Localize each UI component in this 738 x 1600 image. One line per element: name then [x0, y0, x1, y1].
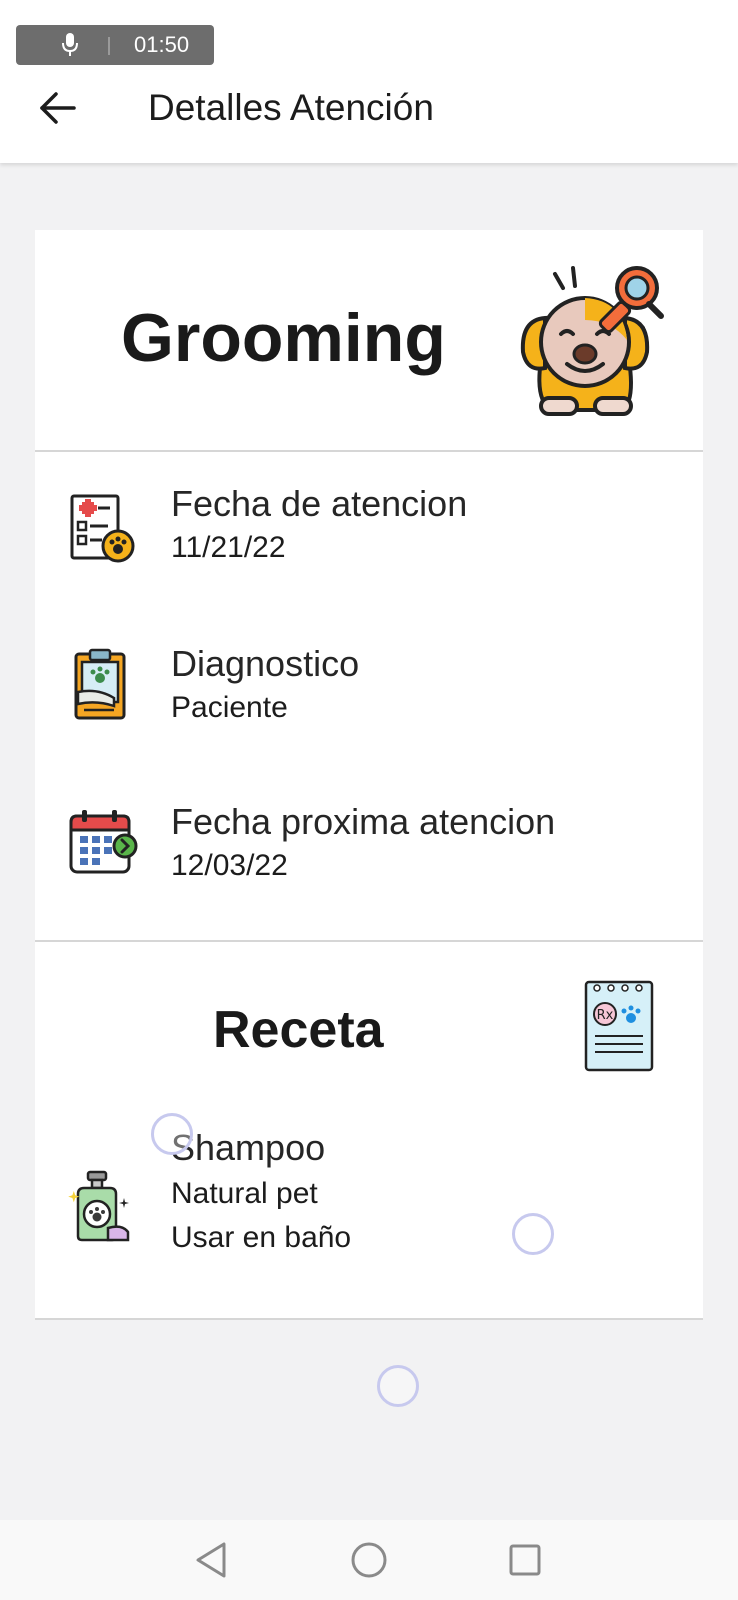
attention-details-card: Fecha de atencion 11/21/22 Diagnostico P…	[35, 452, 703, 942]
detail-value: 11/21/22	[171, 531, 286, 564]
app-bar: 01:50 Detalles Atención	[0, 0, 738, 163]
service-name: Grooming	[121, 300, 446, 376]
pet-shampoo-bottle-icon	[68, 1170, 134, 1249]
prescription-card: Receta Rx Shampoo Natural pet Usar en ba…	[35, 942, 703, 1320]
dog-grooming-dryer-icon	[511, 260, 671, 425]
circle-home-icon	[351, 1542, 387, 1578]
prescription-item-usage: Usar en baño	[171, 1221, 352, 1254]
triangle-back-icon	[196, 1542, 226, 1578]
clipboard-paw-icon	[68, 648, 134, 729]
prescription-item-type: Natural pet	[171, 1177, 318, 1210]
detail-value: 12/03/22	[171, 849, 288, 882]
touch-indicator	[151, 1113, 193, 1155]
status-indicator: 01:50	[16, 25, 214, 65]
back-button[interactable]	[36, 86, 80, 130]
nav-home-button[interactable]	[347, 1538, 391, 1582]
prescription-item-name: Shampoo	[171, 1127, 326, 1168]
prescription-title: Receta	[213, 1001, 384, 1059]
microphone-icon	[60, 32, 80, 63]
page-title: Detalles Atención	[148, 87, 434, 128]
square-recents-icon	[509, 1544, 541, 1576]
detail-label: Fecha proxima atencion	[171, 801, 556, 842]
nav-back-button[interactable]	[190, 1538, 234, 1582]
service-header-card: Grooming	[35, 230, 703, 452]
arrow-left-icon	[40, 92, 76, 124]
touch-indicator	[512, 1213, 554, 1255]
system-nav-bar	[0, 1520, 738, 1600]
detail-label: Diagnostico	[171, 643, 360, 684]
prescription-pad-icon: Rx	[583, 978, 659, 1079]
detail-label: Fecha de atencion	[171, 483, 468, 524]
calendar-next-icon	[68, 808, 140, 883]
status-divider	[108, 37, 110, 55]
svg-text:Rx: Rx	[597, 1008, 614, 1023]
status-time: 01:50	[134, 32, 190, 57]
nav-recents-button[interactable]	[503, 1538, 547, 1582]
touch-indicator	[377, 1365, 419, 1407]
detail-value: Paciente	[171, 691, 288, 724]
medical-record-paw-icon	[68, 492, 138, 571]
